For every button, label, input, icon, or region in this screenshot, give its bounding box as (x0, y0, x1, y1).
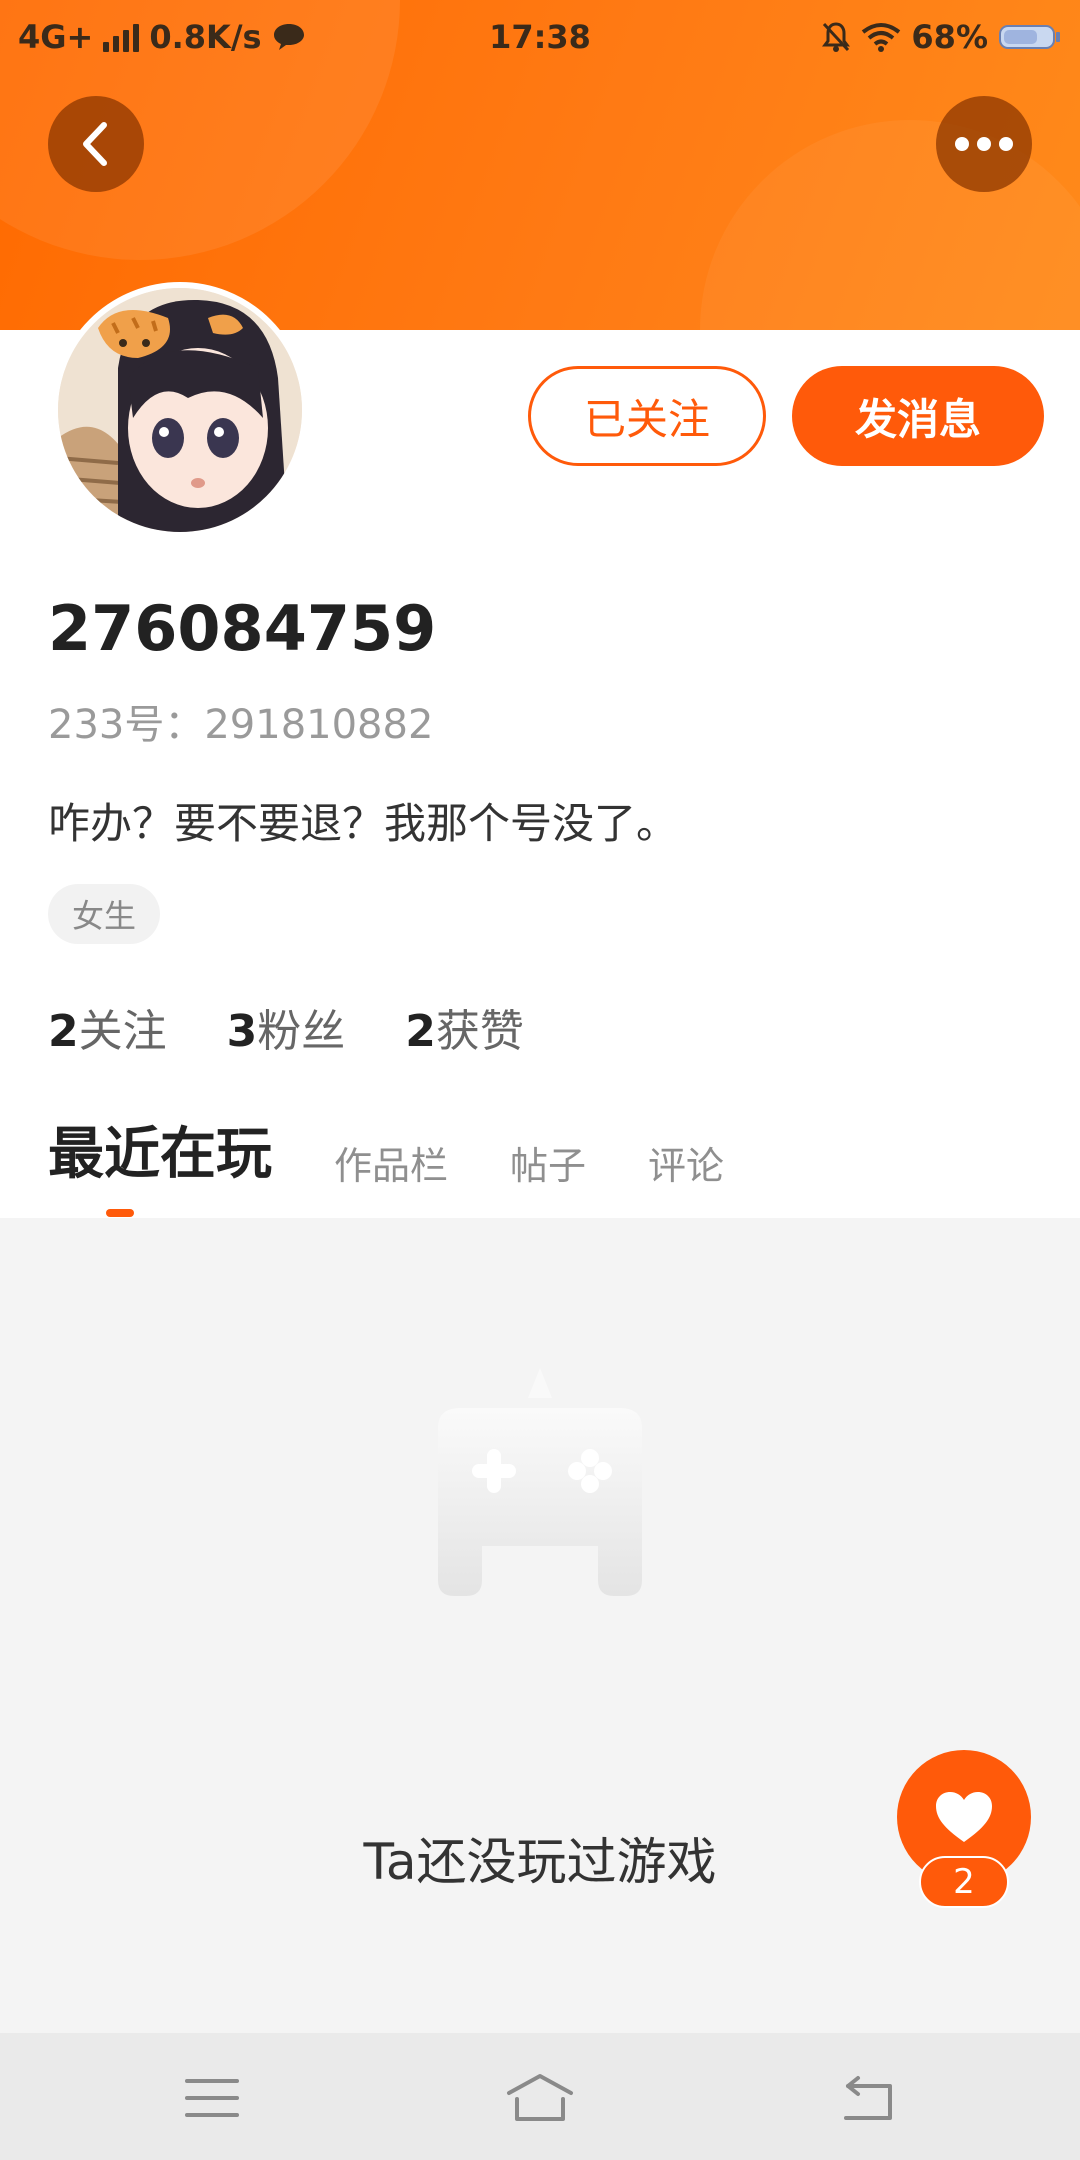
tab-comments[interactable]: 评论 (648, 1135, 724, 1190)
tab-recently-played[interactable]: 最近在玩 (48, 1109, 272, 1190)
stat-count: 2 (405, 1006, 436, 1057)
send-message-button[interactable]: 发消息 (792, 366, 1044, 466)
status-bar: 4G+ 0.8K/s 17:38 68% (0, 0, 1080, 72)
battery-percent: 68% (911, 18, 988, 56)
stat-label: 关注 (78, 1006, 167, 1057)
home-button[interactable] (490, 2053, 590, 2143)
mute-bell-icon (822, 22, 851, 52)
avatar[interactable] (52, 282, 308, 538)
back-nav-button[interactable] (818, 2053, 918, 2143)
tab-posts[interactable]: 帖子 (510, 1135, 586, 1190)
back-button[interactable] (48, 96, 144, 192)
active-tab-indicator (106, 1209, 134, 1217)
battery-icon (999, 25, 1060, 49)
profile-tabs: 最近在玩 作品栏 帖子 评论 (48, 1110, 724, 1190)
status-right: 68% (821, 18, 1062, 56)
gender-tag: 女生 (48, 884, 161, 944)
profile-stats: 2关注 3粉丝 2获赞 (48, 995, 524, 1059)
gamepad-icon (438, 1368, 642, 1596)
like-count-badge: 2 (919, 1856, 1009, 1908)
username: 276084759 (48, 592, 437, 665)
stat-count: 2 (48, 1006, 79, 1057)
user-id: 233号：291810882 (48, 702, 434, 748)
more-options-button[interactable] (936, 96, 1032, 192)
heart-icon (936, 1792, 992, 1842)
menu-button[interactable] (162, 2053, 262, 2143)
system-nav-bar (0, 2033, 1080, 2160)
stat-count: 3 (226, 1006, 258, 1057)
followed-button[interactable]: 已关注 (528, 366, 766, 466)
stat-likes[interactable]: 2获赞 (405, 995, 524, 1059)
chevron-left-icon (83, 122, 107, 166)
wifi-icon (862, 23, 901, 52)
back-icon (844, 2076, 892, 2120)
stat-label: 粉丝 (257, 1006, 346, 1057)
stat-label: 获赞 (435, 1006, 524, 1057)
bio: 咋办？要不要退？我那个号没了。 (48, 799, 679, 848)
menu-icon (185, 2079, 239, 2117)
home-icon (507, 2074, 573, 2121)
tab-content (0, 1218, 1080, 2033)
avatar-illustration (58, 288, 302, 532)
tab-works[interactable]: 作品栏 (334, 1135, 448, 1190)
more-dots-icon (955, 137, 1013, 151)
stat-following[interactable]: 2关注 (48, 995, 167, 1059)
stat-followers[interactable]: 3粉丝 (227, 995, 346, 1059)
